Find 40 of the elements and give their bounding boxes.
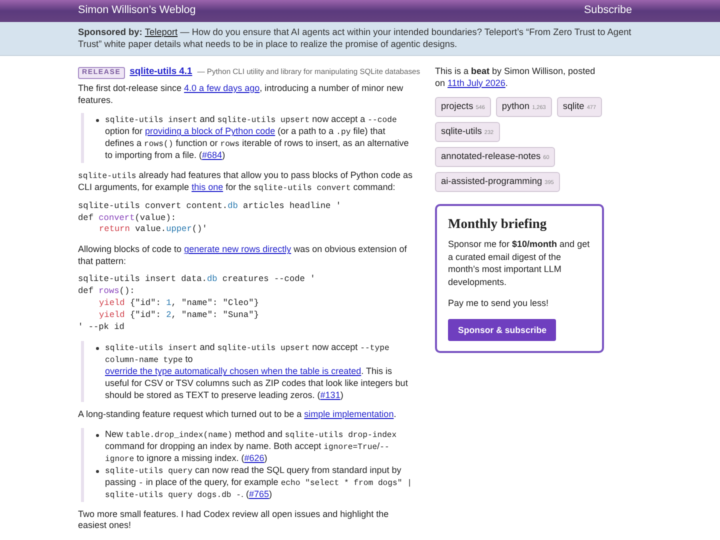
subscribe-link[interactable]: Subscribe	[584, 5, 632, 17]
text-link[interactable]: 4.0 a few days ago	[184, 83, 260, 93]
code-line: ' --pk id	[78, 322, 124, 334]
paragraph: Pay me to send you less!	[448, 297, 550, 310]
text-link[interactable]: this one	[192, 182, 224, 192]
paragraph: Two more small features. I had Codex review all open issues and highlight the easiest ones!	[78, 508, 390, 532]
code-line: def convert(value):	[78, 212, 176, 224]
text-link[interactable]: #684	[202, 150, 222, 160]
text-link[interactable]: simple implementation	[304, 409, 394, 420]
list-item: sqlite-utils insert and sqlite-utils upsert now accept a --code option for providing a block of Python code (or a path to a .py file) that defines a rows() function or rows iterable of rows to insert, as an alternative to importing from a file. (#684)	[105, 114, 410, 162]
site-title[interactable]: Simon Willison’s Weblog	[78, 5, 196, 17]
text-link[interactable]: #765	[249, 488, 270, 499]
text-link[interactable]: #131	[320, 390, 340, 400]
paragraph: The first dot-release since 4.0 a few days ago, introducing a number of minor new features.	[78, 83, 404, 106]
text-link[interactable]: 11th July 2026	[448, 78, 506, 88]
bullet-icon	[96, 347, 99, 350]
paragraph: sqlite-utils already had features that allow you to pass blocks of Python code as CLI arguments, for example this one for the sqlite-utils convert command:	[78, 170, 414, 194]
sponsor-subscribe-button[interactable]: Sponsor & subscribe	[448, 318, 556, 341]
code-line: def rows():	[78, 286, 135, 298]
bullet-icon	[96, 470, 99, 473]
code-line: sqlite-utils convert content.db articles headline '	[78, 200, 342, 213]
code-line: return value.upper()'	[98, 224, 208, 236]
text-link[interactable]: providing a block of Python code	[145, 126, 276, 136]
paragraph: Sponsor me for $10/month and get a curated email digest of the month’s most important LLM developments.	[448, 238, 591, 288]
paragraph: Allowing blocks of code to generate new rows directly was on obvious extension of that pattern:	[78, 244, 408, 268]
code-line: yield {"id": 2, "name": "Suna"}	[98, 310, 259, 322]
list-item: sqlite-utils insert and sqlite-utils upsert now accept --type column-name type to override the type automatically chosen when the table is created. This is useful for CSV or TSV columns such as ZIP codes that look like integers but should be stored as TEXT to preserve leading zeros. (#131)	[105, 342, 409, 402]
text-link[interactable]: override the type automatically chosen when the table is created	[105, 366, 362, 376]
bullet-icon	[96, 434, 99, 437]
release-title-link[interactable]: sqlite-utils 4.1	[130, 65, 192, 77]
post-info: This is a beat by Simon Willison, posted on 11th July 2026.	[435, 66, 596, 90]
text-link[interactable]: #626	[244, 452, 264, 463]
code-line: yield {"id": 1, "name": "Cleo"}	[98, 298, 259, 310]
card-title: Monthly briefing	[448, 215, 548, 232]
sponsor-banner: Sponsored by: Teleport — How do you ensure that AI agents act within your intended boundaries? Teleport’s “From Zero Trust to Agent Trust” white paper details what needs to be in place to realize the promise of agentic designs.	[0, 22, 720, 56]
text-link[interactable]: generate new rows directly	[184, 244, 292, 254]
bullet-icon	[96, 119, 99, 122]
code-line: sqlite-utils insert data.db creatures --code '	[78, 274, 316, 286]
paragraph: A long-standing feature request which turned out to be a simple implementation.	[78, 409, 398, 421]
sponsor-link[interactable]: Teleport	[144, 27, 178, 37]
